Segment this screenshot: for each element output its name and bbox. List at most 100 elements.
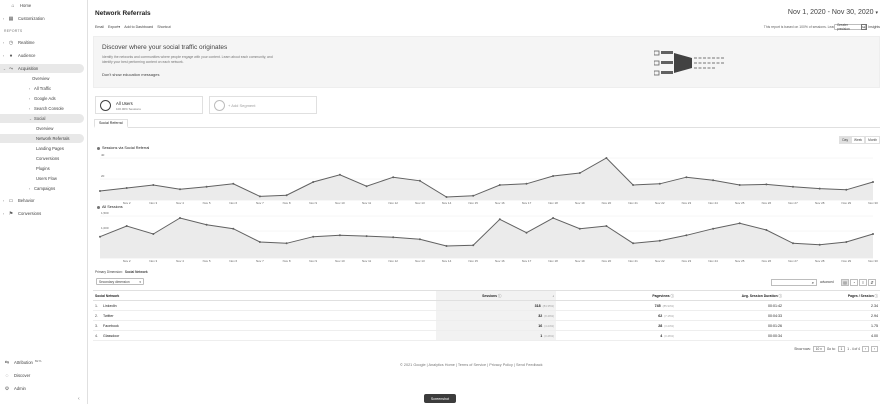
sessions-percent: (8.49%) xyxy=(544,313,554,318)
sidebar-item-plugins[interactable]: Plugins xyxy=(0,164,88,173)
sidebar-item-audience[interactable]: › ● Audience xyxy=(0,51,88,60)
sidebar-item-acq-overview[interactable]: Overview xyxy=(0,74,88,83)
sidebar-item-label: Overview xyxy=(36,126,54,131)
sidebar-item-landing-pages[interactable]: Landing Pages xyxy=(0,144,88,153)
insights-button[interactable]: ◈ Insights xyxy=(861,23,880,30)
sidebar-item-label: Campaigns xyxy=(34,186,56,191)
data-point xyxy=(99,190,101,192)
sidebar-item-acquisition[interactable]: ⌄ ⤳ Acquisition xyxy=(0,64,84,73)
pivot-view-icon[interactable]: ⇵ xyxy=(868,279,876,286)
sidebar-item-customization[interactable]: › ▦ Customization xyxy=(0,14,88,23)
social-network-link[interactable]: LinkedIn xyxy=(103,304,117,308)
table-row: 1. LinkedIn 318 (84.35%) 745 (85.93%) 00:01… xyxy=(93,300,880,311)
sidebar-item-social-overview[interactable]: Overview xyxy=(0,124,88,133)
show-rows-label: Show rows: xyxy=(794,347,811,351)
chart-granularity: Day Week Month xyxy=(839,136,880,144)
col-header-pageviews[interactable]: Pageviews ⓘ xyxy=(556,290,676,301)
sessions-value: 318 xyxy=(534,303,541,308)
social-illustration-icon xyxy=(654,50,724,76)
pie-view-icon[interactable]: ◔ xyxy=(850,279,858,286)
x-tick-label: Nov 26 xyxy=(762,259,772,263)
data-point xyxy=(125,225,128,227)
sidebar-item-discover[interactable]: ◌ Discover xyxy=(0,371,88,380)
col-header-sessions[interactable]: Sessions ⓘ ↓ xyxy=(436,290,556,301)
x-tick-label: Nov 20 xyxy=(602,201,612,205)
sessions-value: 16 xyxy=(538,323,543,328)
x-tick-label: Nov 10 xyxy=(335,201,345,205)
x-tick-label: Nov 11 xyxy=(362,259,372,263)
sidebar-item-users-flow[interactable]: Users Flow xyxy=(0,174,88,183)
prev-page-icon[interactable]: ‹ xyxy=(861,346,869,352)
series-line xyxy=(99,157,874,198)
sidebar-item-realtime[interactable]: › ◷ Realtime xyxy=(0,38,88,47)
x-tick-label: Nov 2 xyxy=(123,259,131,263)
sidebar-item-attribution[interactable]: ⇆ Attribution BETA xyxy=(0,358,88,367)
x-tick-label: Nov 15 xyxy=(468,259,478,263)
sidebar-item-label: All Traffic xyxy=(34,86,52,91)
sidebar-item-network-referrals[interactable]: Network Referrals xyxy=(0,134,84,143)
series-area xyxy=(100,158,873,200)
primary-dimension-label: Primary Dimension: xyxy=(95,270,123,274)
sidebar-item-label: Attribution xyxy=(14,360,33,365)
granularity-month-button[interactable]: Month xyxy=(865,136,880,144)
next-page-icon[interactable]: › xyxy=(870,346,878,352)
report-toolbar: Email Export▾ Add to Dashboard Shortcut xyxy=(95,25,171,29)
sidebar-item-search-console[interactable]: › Search Console xyxy=(0,104,88,113)
sidebar-item-conversions-sub[interactable]: Conversions xyxy=(0,154,88,163)
sidebar-item-google-ads[interactable]: › Google Ads xyxy=(0,94,88,103)
sidebar-item-label: Customization xyxy=(18,16,45,21)
advanced-filter-link[interactable]: advanced xyxy=(820,280,834,284)
pageviews-value: 28 xyxy=(658,323,663,328)
sidebar-item-campaigns[interactable]: › Campaigns xyxy=(0,184,88,193)
show-rows-value: 10 xyxy=(815,347,820,351)
granularity-week-button[interactable]: Week xyxy=(851,136,866,144)
primary-dimension-value[interactable]: Social Network xyxy=(125,270,148,274)
add-to-dashboard-button[interactable]: Add to Dashboard xyxy=(124,25,153,29)
sidebar-item-behavior[interactable]: › ▭ Behavior xyxy=(0,196,88,205)
gear-icon: ⚙ xyxy=(4,385,10,392)
social-network-link[interactable]: Glassdoor xyxy=(103,334,119,338)
sidebar-item-label: Social xyxy=(34,116,46,121)
segment-all-users[interactable]: All Users 100.00% Sessions xyxy=(95,96,203,114)
x-tick-label: Nov 28 xyxy=(815,201,825,205)
x-tick-label: Nov 22 xyxy=(655,201,665,205)
data-point xyxy=(818,243,821,246)
sidebar-item-label: Landing Pages xyxy=(36,146,64,151)
social-network-link[interactable]: Facebook xyxy=(103,324,119,328)
col-header-label: Avg. Session Duration xyxy=(741,294,778,298)
sessions-value: 1 xyxy=(540,333,543,338)
data-point xyxy=(152,233,155,235)
tab-social-referral[interactable]: Social Referral xyxy=(94,119,128,128)
sidebar-item-home[interactable]: ⌂ Home xyxy=(0,1,88,10)
col-header-avg-session-duration[interactable]: Avg. Session Duration ⓘ xyxy=(676,290,784,301)
social-network-link[interactable]: Twitter xyxy=(103,314,114,318)
pageviews-percent: (0.46%) xyxy=(664,333,674,338)
show-rows-select[interactable]: 10 ▾ xyxy=(812,346,825,352)
table-view-switcher: ▤ ◔ ≡ ⇵ xyxy=(841,279,876,286)
secondary-dimension-select[interactable]: Secondary dimension ▾ xyxy=(96,278,144,285)
table-pager: Show rows: 10 ▾ Go to: 1 1 - 4 of 4 ‹ › xyxy=(794,346,878,352)
table-search-input[interactable]: ⌕ xyxy=(771,279,817,286)
shortcut-button[interactable]: Shortcut xyxy=(157,25,170,29)
sidebar-item-admin[interactable]: ⚙ Admin xyxy=(0,384,88,393)
duration-value: 00:04:33 xyxy=(676,310,784,321)
sidebar-item-conversions[interactable]: › ⚑ Conversions xyxy=(0,209,88,218)
data-point xyxy=(418,179,421,182)
sidebar-item-all-traffic[interactable]: › All Traffic xyxy=(0,84,88,93)
granularity-day-button[interactable]: Day xyxy=(839,136,852,144)
email-button[interactable]: Email xyxy=(95,25,104,29)
insights-icon: ◈ xyxy=(861,23,868,30)
table-view-icon[interactable]: ▤ xyxy=(841,279,849,286)
performance-view-icon[interactable]: ≡ xyxy=(859,279,867,286)
x-tick-label: Nov 24 xyxy=(708,259,718,263)
goto-input[interactable]: 1 xyxy=(837,346,846,352)
add-segment-button[interactable]: + Add Segment xyxy=(209,96,317,114)
col-header-social-network[interactable]: Social Network xyxy=(93,290,436,301)
collapse-sidebar-icon[interactable]: ‹ xyxy=(78,396,80,402)
screenshot-button[interactable]: Screenshot xyxy=(424,394,456,403)
col-header-pages-per-session[interactable]: Pages / Session ⓘ xyxy=(784,290,880,301)
sidebar-item-social[interactable]: ⌄ Social xyxy=(0,114,84,123)
date-range-picker[interactable]: Nov 1, 2020 - Nov 30, 2020 ▾ xyxy=(788,9,878,16)
dismiss-education-link[interactable]: Don't show education messages xyxy=(102,72,159,77)
export-button[interactable]: Export▾ xyxy=(108,25,120,29)
